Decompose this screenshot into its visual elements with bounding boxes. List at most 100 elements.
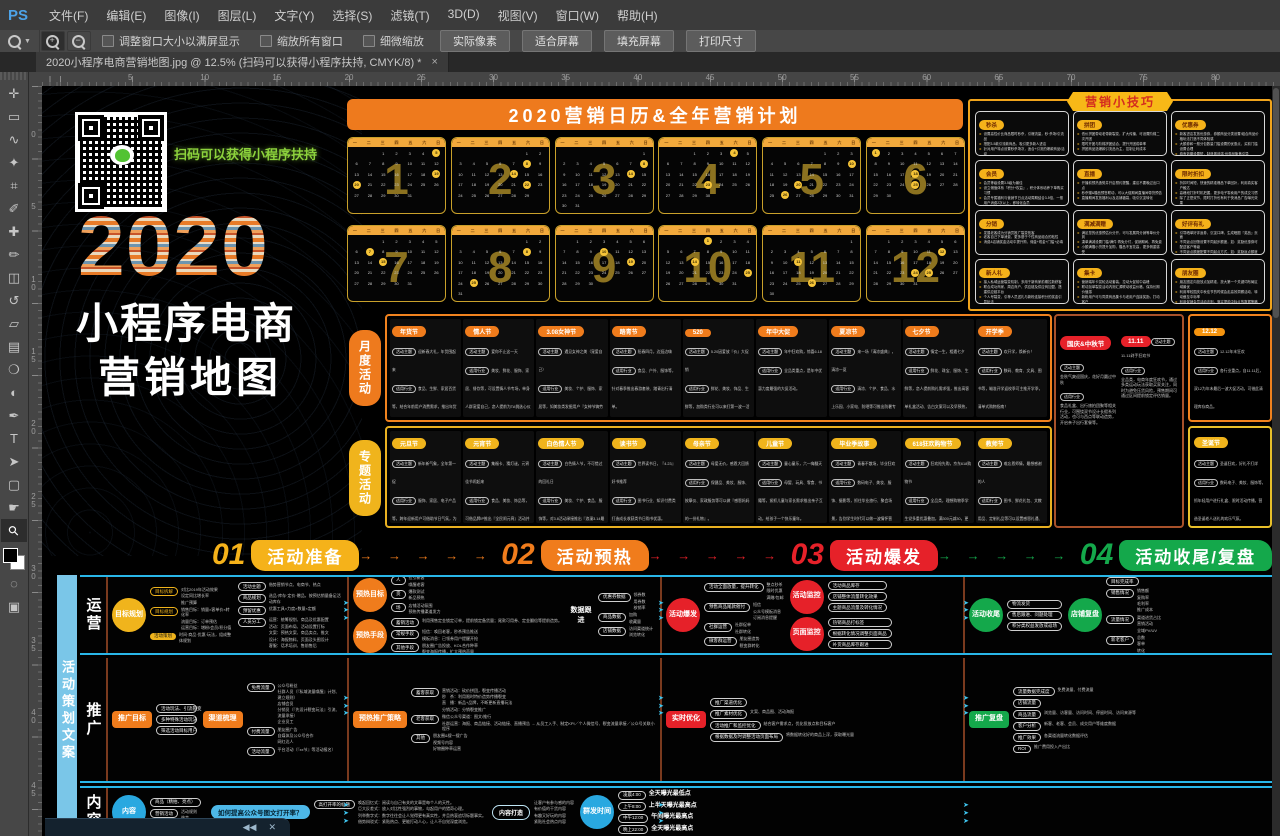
checkbox-缩放所有窗口[interactable]: 缩放所有窗口 bbox=[260, 33, 343, 49]
calendar-day: 14 bbox=[953, 161, 957, 166]
calendar-day: 15 bbox=[575, 260, 579, 265]
calendar-day: 23 bbox=[538, 270, 542, 275]
menu-item-滤镜(T)[interactable]: 滤镜(T) bbox=[381, 3, 438, 28]
zoom-in-button[interactable]: + bbox=[41, 31, 65, 51]
ruler-v-30: 30 bbox=[29, 564, 38, 580]
type-tool[interactable]: T bbox=[1, 427, 27, 450]
screen-mode-button[interactable]: ▣ bbox=[1, 595, 27, 618]
calendar-day: 5 bbox=[784, 161, 786, 166]
mindmap-branch: 人员分工运营：统筹规划、商品及优惠配置活动：页面布局、活动设置打标文案：预热文案… bbox=[238, 617, 343, 648]
calendar-day: 3 bbox=[914, 239, 916, 244]
gradient-tool[interactable]: ▤ bbox=[1, 335, 27, 358]
mindmap-branch: 销售情况销售额复购率毛利率推广成本 bbox=[1106, 588, 1161, 613]
vertical-ruler[interactable]: 051015202530354045 bbox=[28, 86, 43, 836]
mindmap-branch: 活动推广和监控优化结合客户需求点，优化投放点和目标客户 bbox=[710, 721, 854, 731]
item: 巨大反差式：放入对比性强烈的事物，勾起用户的猎奇心理。 bbox=[358, 806, 486, 811]
move-tool[interactable]: ✛ bbox=[1, 82, 27, 105]
menu-item-图层(L)[interactable]: 图层(L) bbox=[209, 3, 266, 28]
menu-item-图像(I)[interactable]: 图像(I) bbox=[155, 3, 208, 28]
branch-label: 商品流量 bbox=[1013, 710, 1041, 719]
path-selection-tool[interactable]: ➤ bbox=[1, 450, 27, 473]
tab-close-icon[interactable]: × bbox=[431, 56, 437, 68]
event-industry: 适用行业全品类重点，是年中优惠力度最强的大促活动。 bbox=[758, 359, 825, 395]
zoom-tool[interactable]: ⚲ bbox=[1, 519, 27, 542]
zoom-out-button[interactable]: − bbox=[67, 31, 91, 51]
qr-caption: 扫码可以获得小程序扶持 bbox=[174, 144, 317, 163]
eyedropper-tool[interactable]: ✐ bbox=[1, 197, 27, 220]
menu-item-3D(D)[interactable]: 3D(D) bbox=[439, 3, 489, 28]
ruler-h-50: 50 bbox=[778, 73, 787, 82]
calendar-day: 17 bbox=[783, 270, 787, 275]
mindmap-cluster: 店铺复盘目标完成率销售情况销售额复购率毛利率推广成本流量情况渠道进货占比营销活动… bbox=[1068, 577, 1161, 653]
menu-item-文字(Y)[interactable]: 文字(Y) bbox=[265, 3, 323, 28]
healing-brush-tool[interactable]: ✚ bbox=[1, 220, 27, 243]
event-1212-box: 12.12活动主题12.12年末狂欢适用行业各行业重点，自11.11后，双12为… bbox=[1188, 314, 1272, 422]
horizontal-ruler[interactable]: 5101520253035404550556065707580 bbox=[42, 72, 1280, 87]
foreground-color-swatch[interactable] bbox=[3, 548, 18, 563]
magic-wand-tool[interactable]: ✦ bbox=[1, 151, 27, 174]
button-适合屏幕[interactable]: 适合屏幕 bbox=[522, 30, 592, 52]
item: 新客、老客、会员、成交用户等维度数据 bbox=[1044, 721, 1116, 726]
branch-items: 活动玩法、引流裂变多种特殊活动玩法筛选活动目标用户 bbox=[156, 704, 197, 735]
event-title: 618狂欢购物节 bbox=[905, 438, 961, 449]
calendar-day: 17 bbox=[849, 172, 853, 177]
document-tab[interactable]: 2020小程序电商营销地图.jpg @ 12.5% (扫码可以获得小程序扶持, … bbox=[36, 52, 449, 72]
event-theme: 活动主题狂欢抢先购，京东618购物节 bbox=[905, 452, 972, 488]
calendar-day: 1 bbox=[704, 237, 712, 245]
calendar-day: 7 bbox=[837, 249, 839, 254]
button-打印尺寸[interactable]: 打印尺寸 bbox=[686, 30, 756, 52]
item: 朋友圈广告 bbox=[278, 727, 314, 732]
eraser-tool[interactable]: ▱ bbox=[1, 312, 27, 335]
current-tool-slot[interactable]: ▼ bbox=[0, 30, 40, 52]
item: 自媒体及公众号合作 bbox=[278, 733, 314, 738]
mindmap-branch: 蓄客获取营销活动：砍价拼团，裂变传播活动秒 杀：利用限时特价造势传播裂变直 播：… bbox=[411, 688, 656, 713]
close-icon[interactable]: ✕ bbox=[268, 822, 276, 833]
checkbox-调整窗口大小以满屏显示[interactable]: 调整窗口大小以满屏显示 bbox=[102, 33, 240, 49]
blur-tool[interactable]: ❍ bbox=[1, 358, 27, 381]
scrollbar-thumb[interactable] bbox=[1273, 88, 1279, 318]
vertical-scrollbar[interactable] bbox=[1272, 86, 1280, 836]
hand-tool[interactable]: ☛ bbox=[1, 496, 27, 519]
button-实际像素[interactable]: 实际像素 bbox=[440, 30, 510, 52]
pen-tool[interactable]: ✒ bbox=[1, 404, 27, 427]
crop-tool[interactable]: ⌗ bbox=[1, 174, 27, 197]
menu-item-视图(V)[interactable]: 视图(V) bbox=[489, 3, 547, 28]
item: 社群转化 bbox=[735, 629, 751, 634]
lasso-tool[interactable]: ∿ bbox=[1, 128, 27, 151]
tip-bullet: 联合成功商家、周边商户、供应链及供应商加盟，搭建供应链平台 bbox=[979, 285, 1065, 295]
calendar-day: 29 bbox=[525, 281, 529, 286]
color-swatches[interactable] bbox=[1, 546, 27, 572]
healing-brush-tool-icon: ✚ bbox=[9, 224, 20, 240]
dodge-tool[interactable]: ◐ bbox=[1, 381, 27, 404]
mindmap-branch: 常规手段短信：唤回老客，秒杀预告推送模板消息：已领券用户提醒开抢 bbox=[391, 629, 562, 641]
tip-text: 新客进店发放优惠券，券额商品分类设置/组合商品价格玩法打造不同体验感 bbox=[1180, 132, 1261, 142]
shape-tool[interactable]: ▢ bbox=[1, 473, 27, 496]
checkbox-细微缩放[interactable]: 细微缩放 bbox=[363, 33, 424, 49]
document-canvas[interactable]: 扫码可以获得小程序扶持 2020 小程序电商 营销地图 2020营销日历&全年营… bbox=[42, 86, 1272, 836]
menu-item-文件(F)[interactable]: 文件(F) bbox=[40, 3, 97, 28]
button-填充屏幕[interactable]: 填充屏幕 bbox=[604, 30, 674, 52]
tip-bullet: 联动加单裂变活动内测汇源联动收益价格，保持长期价值感 bbox=[1077, 285, 1163, 295]
calendar-day: 10 bbox=[719, 161, 723, 166]
calendar-day: 23 bbox=[900, 270, 904, 275]
calendar-day: 26 bbox=[434, 182, 438, 187]
overlay-toolbar: ◀◀ ✕ bbox=[45, 818, 290, 836]
menu-item-选择(S)[interactable]: 选择(S) bbox=[323, 3, 381, 28]
panel-grip[interactable] bbox=[0, 72, 28, 80]
rewind-icon[interactable]: ◀◀ bbox=[243, 822, 257, 833]
calendar-day: 2 bbox=[901, 239, 903, 244]
clone-stamp-tool[interactable]: ◫ bbox=[1, 266, 27, 289]
menu-item-窗口(W)[interactable]: 窗口(W) bbox=[547, 3, 608, 28]
branch-label: 人员分工 bbox=[238, 618, 266, 627]
tag-industry: 适用行业 bbox=[978, 497, 1002, 505]
rectangular-marquee-tool[interactable]: ▭ bbox=[1, 105, 27, 128]
move-tool-icon: ✛ bbox=[9, 86, 20, 102]
brush-tool[interactable]: ✏ bbox=[1, 243, 27, 266]
history-brush-tool[interactable]: ↺ bbox=[1, 289, 27, 312]
quick-mask-button[interactable]: ◌ bbox=[1, 572, 27, 595]
calendar-day: 28 bbox=[628, 193, 632, 198]
menu-item-帮助(H)[interactable]: 帮助(H) bbox=[608, 3, 667, 28]
event-industry: 适用行业清凉、个护、食品、水上乐园、小家电、防晒等可推出防暑专场，度假出行不宜错… bbox=[831, 377, 898, 417]
mindmap-column: 数据跟进优惠券数据领券数用券数核销率商品数据加购收藏量店铺数据访问渠道统计浏览转… bbox=[568, 592, 653, 638]
menu-item-编辑(E)[interactable]: 编辑(E) bbox=[97, 3, 155, 28]
